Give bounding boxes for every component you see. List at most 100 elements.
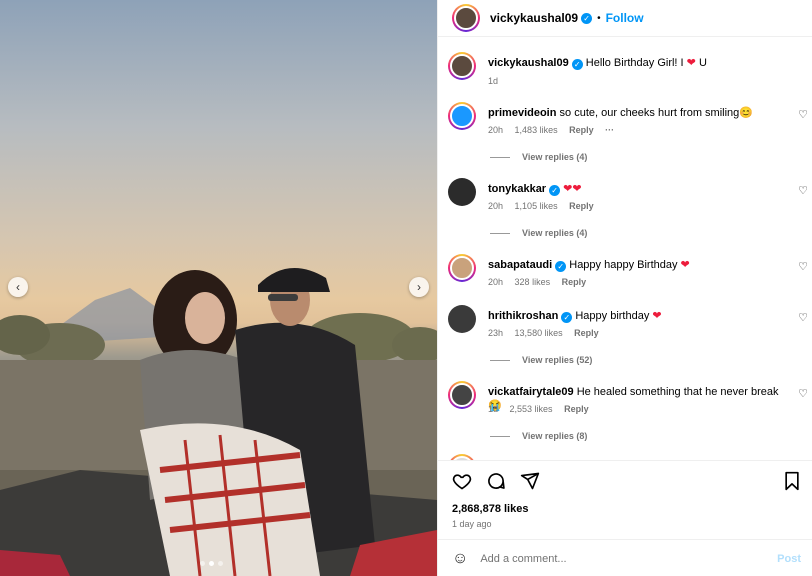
caption-time[interactable]: 1d	[488, 76, 498, 86]
verified-badge-icon: ✓	[549, 185, 561, 196]
red-heart-icon: ❤❤	[563, 183, 582, 195]
red-heart-icon: ❤	[680, 259, 690, 271]
comment-likes[interactable]: 2,553 likes	[510, 404, 553, 414]
caption-avatar[interactable]	[448, 52, 476, 80]
comment-text: tonykakkar ✓ ❤❤	[488, 182, 788, 196]
comment-time[interactable]: 20h	[488, 201, 503, 211]
comment-message: Happy happy Birthday	[569, 259, 678, 271]
like-comment-heart-icon[interactable]: ♡	[798, 184, 808, 197]
view-replies-label: View replies (8)	[522, 431, 588, 441]
like-comment-heart-icon[interactable]: ♡	[798, 387, 808, 400]
caption-text: vickykaushal09 ✓ Hello Birthday Girl! I ❤…	[488, 56, 788, 70]
action-icons	[452, 471, 540, 491]
view-replies-button[interactable]: View replies (4)	[490, 152, 587, 162]
replies-line	[490, 359, 510, 361]
photo-illustration	[0, 268, 437, 576]
reply-button[interactable]: Reply	[574, 328, 599, 338]
view-replies-button[interactable]: View replies (52)	[490, 355, 592, 365]
comment-time[interactable]: 23h	[488, 328, 503, 338]
post-timestamp[interactable]: 1 day ago	[452, 519, 492, 529]
verified-badge-icon: ✓	[581, 12, 593, 24]
likes-count[interactable]: 2,868,878 likes	[452, 503, 528, 515]
comment-message: Happy birthday	[575, 310, 650, 322]
like-comment-heart-icon[interactable]: ♡	[798, 108, 808, 121]
previous-photo-button[interactable]: ‹	[8, 277, 28, 297]
paper-plane-icon[interactable]	[520, 471, 540, 491]
comment-likes[interactable]: 13,580 likes	[515, 328, 563, 338]
carousel-dot	[200, 561, 205, 566]
comment-likes[interactable]: 1,105 likes	[515, 201, 558, 211]
verified-badge-icon: ✓	[555, 261, 567, 272]
commenter-avatar[interactable]	[448, 178, 476, 206]
comment-meta: 20h 1,105 likes Reply	[488, 201, 603, 211]
verified-badge-icon: ✓	[561, 312, 573, 323]
author-username[interactable]: vickykaushal09	[490, 11, 578, 25]
next-photo-button[interactable]: ›	[409, 277, 429, 297]
separator: •	[597, 12, 601, 24]
commenter-username[interactable]: hrithikroshan	[488, 310, 558, 322]
author-avatar[interactable]	[452, 4, 480, 32]
comment-likes[interactable]: 1,483 likes	[515, 125, 558, 135]
post-modal: ‹ › vickykaushal09 ✓ • Follow vickykaush…	[0, 0, 812, 576]
comment-bubble-icon[interactable]	[486, 471, 506, 491]
smiley-icon[interactable]: ☺	[452, 550, 468, 568]
heart-outline-icon[interactable]	[452, 471, 472, 491]
reply-button[interactable]: Reply	[569, 125, 594, 135]
commenter-avatar[interactable]	[448, 102, 476, 130]
view-replies-button[interactable]: View replies (8)	[490, 431, 587, 441]
caption-message: Hello Birthday Girl! I	[585, 57, 684, 69]
bookmark-icon[interactable]	[783, 471, 801, 491]
replies-line	[490, 232, 510, 234]
comment-meta: 20h 328 likes Reply	[488, 277, 595, 287]
comment-meta: 1d 2,553 likes Reply	[488, 404, 598, 414]
carousel-indicator	[200, 561, 223, 566]
chevron-left-icon: ‹	[16, 280, 20, 294]
view-replies-label: View replies (52)	[522, 355, 593, 365]
commenter-username[interactable]: tonykakkar	[488, 183, 546, 195]
comment-time[interactable]: 1d	[488, 404, 498, 414]
comment-time[interactable]: 20h	[488, 125, 503, 135]
reply-button[interactable]: Reply	[562, 277, 587, 287]
post-header: vickykaushal09 ✓ • Follow	[438, 0, 812, 37]
follow-button[interactable]: Follow	[606, 11, 644, 25]
comment-text: primevideoin so cute, our cheeks hurt fr…	[488, 106, 788, 120]
commenter-avatar[interactable]	[448, 381, 476, 409]
comment-text: sabapataudi ✓ Happy happy Birthday ❤	[488, 258, 788, 272]
like-comment-heart-icon[interactable]: ♡	[798, 311, 808, 324]
comment-meta: 20h 1,483 likes Reply ···	[488, 125, 623, 135]
like-comment-heart-icon[interactable]: ♡	[798, 260, 808, 273]
post-actions: 2,868,878 likes 1 day ago ☺ Post	[438, 460, 812, 576]
comment-text: hrithikroshan ✓ Happy birthday ❤	[488, 309, 788, 323]
comment-likes[interactable]: 328 likes	[515, 277, 551, 287]
commenter-username[interactable]: primevideoin	[488, 107, 556, 119]
comment-input[interactable]	[480, 552, 761, 565]
red-heart-icon: ❤	[686, 57, 696, 69]
post-comment-button[interactable]: Post	[777, 553, 801, 565]
replies-line	[490, 435, 510, 437]
reply-button[interactable]: Reply	[564, 404, 589, 414]
more-options-icon[interactable]: ···	[605, 125, 614, 135]
post-photo[interactable]: ‹ ›	[0, 0, 437, 576]
replies-line	[490, 156, 510, 158]
carousel-dot	[218, 561, 223, 566]
commenter-avatar[interactable]	[448, 254, 476, 282]
verified-badge-icon: ✓	[571, 59, 583, 70]
view-replies-label: View replies (4)	[522, 152, 588, 162]
comments-list[interactable]: vickykaushal09 ✓ Hello Birthday Girl! I ❤…	[438, 38, 812, 460]
chevron-right-icon: ›	[417, 280, 421, 294]
caption-message-end: U	[698, 57, 707, 69]
comment-time[interactable]: 20h	[488, 277, 503, 287]
caption-username[interactable]: vickykaushal09	[488, 57, 569, 69]
caption-meta: 1d	[488, 76, 507, 86]
comment-meta: 23h 13,580 likes Reply	[488, 328, 608, 338]
view-replies-label: View replies (4)	[522, 228, 588, 238]
comment-message: so cute, our cheeks hurt from smiling😊	[559, 107, 753, 119]
commenter-username[interactable]: vickatfairytale09	[488, 386, 574, 398]
red-heart-icon: ❤	[652, 310, 662, 322]
reply-button[interactable]: Reply	[569, 201, 594, 211]
carousel-dot-active	[209, 561, 214, 566]
view-replies-button[interactable]: View replies (4)	[490, 228, 587, 238]
commenter-avatar[interactable]	[448, 305, 476, 333]
commenter-username[interactable]: sabapataudi	[488, 259, 552, 271]
post-side-panel: vickykaushal09 ✓ • Follow vickykaushal09…	[437, 0, 812, 576]
